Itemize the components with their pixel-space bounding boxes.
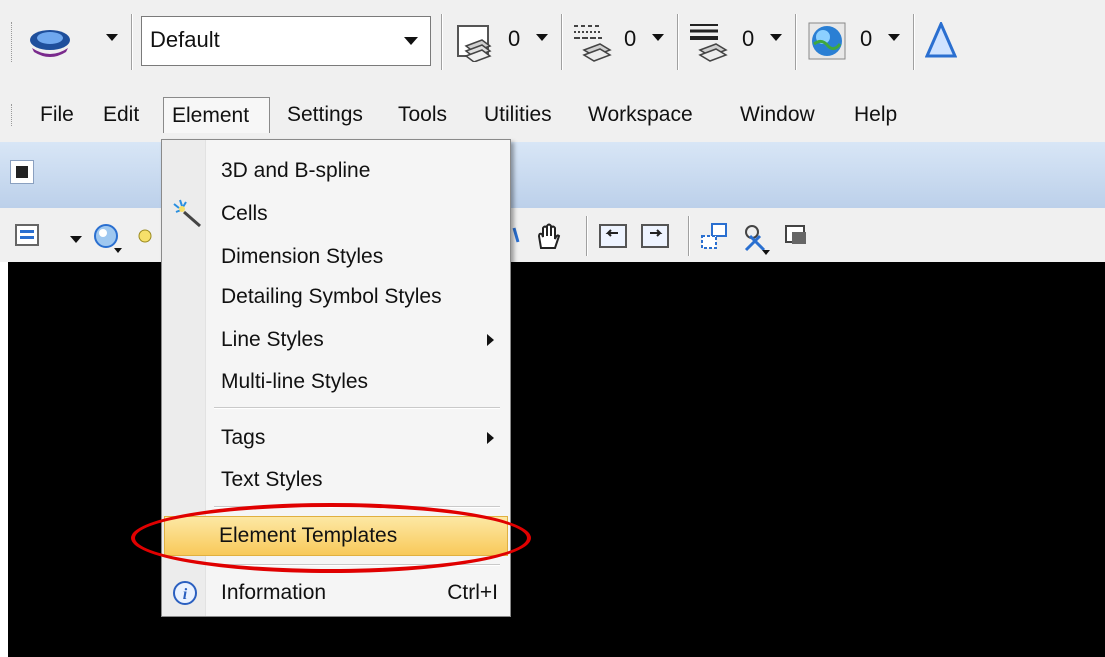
- menu-item-line-styles[interactable]: Line Styles: [164, 320, 508, 360]
- menu-item-element-templates[interactable]: Element Templates: [164, 516, 508, 556]
- menu-item-text-styles[interactable]: Text Styles: [164, 460, 508, 500]
- menu-help[interactable]: Help: [846, 97, 905, 133]
- toolbar-grip[interactable]: [11, 22, 15, 62]
- toolbar-separator: [913, 14, 915, 70]
- menu-item-tags[interactable]: Tags: [164, 418, 508, 458]
- menu-element[interactable]: Element: [163, 97, 270, 133]
- menu-separator: [214, 407, 500, 409]
- line-style-dropdown-arrow[interactable]: [652, 34, 664, 41]
- menu-item-label: Multi-line Styles: [221, 370, 369, 393]
- element-attributes-icon[interactable]: [26, 26, 74, 65]
- toolbar-separator: [688, 216, 690, 256]
- svg-text:i: i: [183, 586, 188, 603]
- line-weight-count: 0: [742, 26, 755, 51]
- line-weight-dropdown-arrow[interactable]: [770, 34, 782, 41]
- toolbar-separator: [131, 14, 133, 70]
- toolbar-separator: [441, 14, 443, 70]
- level-display-icon[interactable]: [456, 24, 492, 67]
- menu-window[interactable]: Window: [732, 97, 823, 133]
- submenu-arrow-icon: [487, 432, 494, 444]
- color-count: 0: [860, 26, 873, 51]
- menu-file[interactable]: File: [32, 97, 82, 133]
- display-set-icon[interactable]: [784, 222, 810, 253]
- menu-edit[interactable]: Edit: [95, 97, 147, 133]
- view-attributes-icon[interactable]: [14, 222, 42, 255]
- line-style-count: 0: [624, 26, 637, 51]
- pan-hand-icon[interactable]: [533, 222, 563, 257]
- menu-item-label: Dimension Styles: [221, 245, 384, 268]
- menu-item-detailing-symbol-styles[interactable]: Detailing Symbol Styles: [164, 277, 508, 317]
- menu-item-multi-line-styles[interactable]: Multi-line Styles: [164, 362, 508, 402]
- menu-separator: [214, 564, 500, 566]
- view-attributes-dropdown-arrow[interactable]: [70, 236, 82, 243]
- menu-separator: [214, 506, 500, 508]
- menu-item-information[interactable]: i Information Ctrl+I: [164, 573, 508, 613]
- line-style-icon[interactable]: [572, 22, 612, 67]
- level-count: 0: [508, 26, 521, 51]
- toolbar-separator: [677, 14, 679, 70]
- view-next-icon[interactable]: [640, 222, 670, 255]
- menu-item-cells[interactable]: Cells: [164, 194, 508, 234]
- menu-item-dimension-styles[interactable]: Dimension Styles: [164, 237, 508, 277]
- menu-item-label: Information: [221, 581, 327, 604]
- style-combo[interactable]: Default: [141, 16, 431, 66]
- toolbar-separator: [795, 14, 797, 70]
- menu-workspace[interactable]: Workspace: [580, 97, 701, 133]
- menu-item-label: Element Templates: [219, 524, 398, 547]
- menu-utilities[interactable]: Utilities: [476, 97, 560, 133]
- menu-settings[interactable]: Settings: [279, 97, 371, 133]
- color-dropdown-arrow[interactable]: [888, 34, 900, 41]
- menubar-grip[interactable]: [11, 104, 15, 126]
- clip-volume-icon[interactable]: [740, 222, 774, 261]
- view-window-menu-button[interactable]: [10, 160, 34, 184]
- menu-bar: File Edit Element Settings Tools Utiliti…: [0, 90, 1105, 142]
- menu-item-label: Cells: [221, 202, 268, 225]
- menu-tools[interactable]: Tools: [390, 97, 455, 133]
- element-attributes-dropdown-arrow[interactable]: [106, 34, 118, 41]
- light-icon[interactable]: [135, 222, 159, 255]
- menu-item-label: 3D and B-spline: [221, 159, 371, 182]
- submenu-arrow-icon: [487, 334, 494, 346]
- menu-item-3d-and-b-spline[interactable]: 3D and B-spline: [164, 151, 508, 191]
- menu-item-shortcut: Ctrl+I: [447, 581, 498, 604]
- cells-wand-icon: [170, 198, 204, 235]
- view-tool-partial-icon[interactable]: [512, 222, 520, 255]
- render-sphere-icon[interactable]: [92, 222, 124, 259]
- toolbar-separator: [586, 216, 588, 256]
- menu-item-label: Detailing Symbol Styles: [221, 285, 442, 308]
- color-globe-icon[interactable]: [808, 22, 846, 65]
- triangle-icon[interactable]: [924, 20, 958, 67]
- toolbar-separator: [561, 14, 563, 70]
- menu-item-label: Line Styles: [221, 328, 324, 351]
- level-dropdown-arrow[interactable]: [536, 34, 548, 41]
- element-menu-dropdown: 3D and B-spline Cells Dimension Styles D…: [161, 139, 511, 617]
- style-combo-value: Default: [150, 27, 220, 52]
- view-previous-icon[interactable]: [598, 222, 628, 255]
- menu-item-label: Text Styles: [221, 468, 323, 491]
- copy-view-icon[interactable]: [700, 222, 730, 257]
- line-weight-icon[interactable]: [688, 22, 728, 67]
- info-icon: i: [172, 580, 198, 611]
- menu-item-label: Tags: [221, 426, 266, 449]
- chevron-down-icon[interactable]: [404, 37, 418, 45]
- attributes-toolbar: Default 0 0 0 0: [0, 0, 1105, 90]
